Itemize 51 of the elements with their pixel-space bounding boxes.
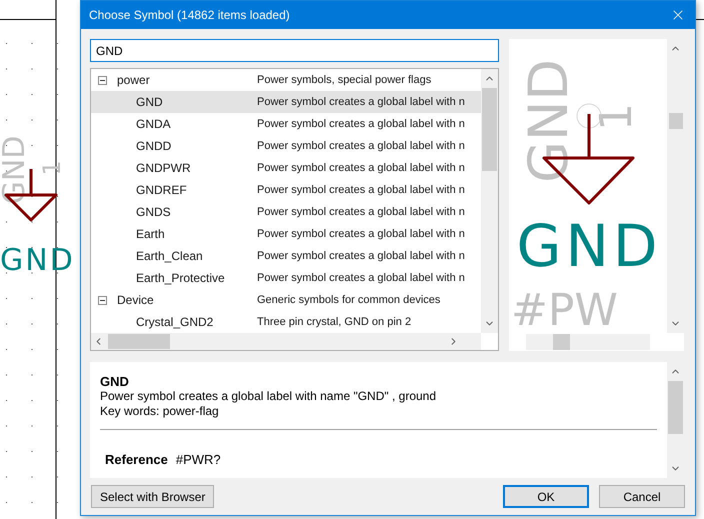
scroll-thumb[interactable] [108, 334, 170, 349]
symbol-name: GNDPWR [136, 160, 191, 177]
search-field[interactable]: GND [90, 39, 499, 62]
symbol-description: Generic symbols for common devices [257, 292, 440, 308]
field-value: #PWR? [176, 452, 221, 467]
scroll-thumb[interactable] [668, 381, 683, 434]
cancel-button[interactable]: Cancel [599, 485, 685, 508]
select-with-browser-button[interactable]: Select with Browser [91, 485, 214, 508]
scroll-thumb[interactable] [553, 334, 570, 350]
symbol-name: Device [117, 292, 154, 309]
window-title: Choose Symbol (14862 items loaded) [89, 7, 290, 24]
symbol-description: Power symbol creates a global label with n [257, 204, 465, 220]
symbol-title: GND [100, 374, 130, 389]
symbol-name: GNDD [136, 138, 172, 155]
symbol-description: Power symbol creates a global label with name "GND" , ground [100, 389, 438, 404]
symbol-description: Power symbol creates a global label with n [257, 116, 465, 132]
symbol-name: GNDREF [136, 182, 187, 199]
symbol-description: Power symbol creates a global label with n [257, 160, 465, 176]
pin-number: 1 [591, 103, 642, 131]
scrollbar[interactable] [481, 69, 498, 333]
symbol-description: Power symbol creates a global label with n [257, 138, 465, 154]
symbol-description: Power symbol creates a global label with n [257, 182, 465, 198]
collapse-icon[interactable] [98, 296, 107, 304]
scrollbar[interactable] [91, 333, 481, 350]
ok-button[interactable]: OK [503, 485, 589, 508]
symbol-name: GNDA [136, 116, 171, 133]
symbol-value: GND [516, 212, 662, 280]
pin-name: GND [0, 136, 32, 204]
symbol-description: Power symbol creates a global label with n [257, 270, 465, 286]
symbol-description: Power symbol creates a global label with n [257, 248, 465, 264]
symbol-name: GNDS [136, 204, 171, 221]
field-label: Reference [105, 452, 168, 467]
pin-number: 1 [38, 160, 66, 176]
scroll-thumb[interactable] [668, 113, 682, 129]
symbol-description: Power symbols, special power flags [257, 72, 432, 88]
scrollbar[interactable] [526, 334, 650, 350]
symbol-name: Crystal_GND2 [136, 314, 214, 331]
keywords-text: Key words: power-flag [100, 404, 220, 419]
symbol-name: Earth_Protective [136, 270, 225, 287]
symbol-reference: #PW [511, 285, 618, 332]
symbol-name: Earth [136, 226, 165, 243]
tree-row[interactable]: GND Power symbol creates a global label with n [91, 91, 481, 113]
symbol-description: Power symbol creates a global label with n [257, 94, 465, 110]
scroll-thumb[interactable] [482, 88, 497, 171]
pin-name: GND [517, 59, 580, 183]
symbol-name: power [117, 72, 150, 89]
symbol-name: Earth_Clean [136, 248, 203, 265]
symbol-name: GND [136, 94, 163, 111]
symbol-description: Three pin crystal, GND on pin 2 [257, 314, 412, 330]
collapse-icon[interactable] [98, 76, 107, 84]
symbol-description: Power symbol creates a global label with n [257, 226, 465, 242]
